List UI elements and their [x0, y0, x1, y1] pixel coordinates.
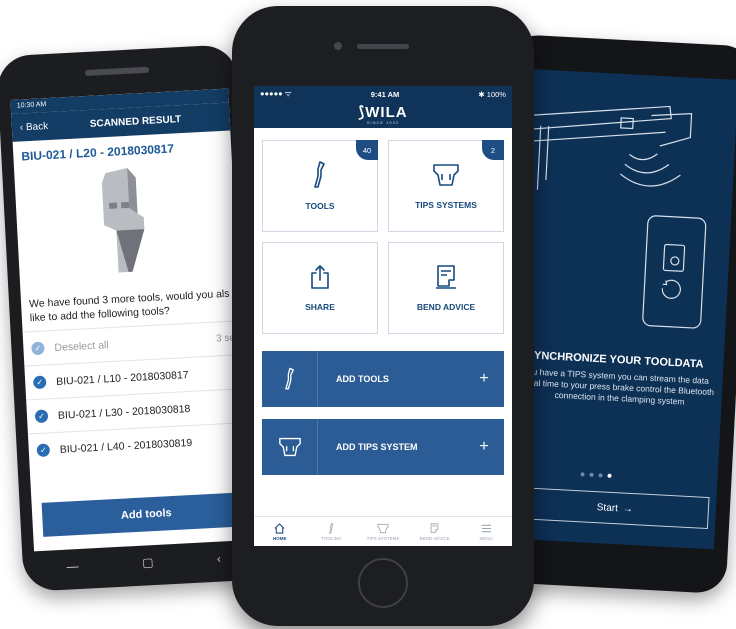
check-icon: ✓ — [31, 341, 45, 356]
plus-icon: + — [479, 370, 489, 387]
tile-tips-systems[interactable]: 2 TIPS SYSTEMS — [388, 140, 504, 232]
home-icon — [274, 522, 285, 534]
logo-tagline: SINCE 1932 — [366, 120, 400, 125]
tile-share[interactable]: SHARE — [262, 242, 378, 334]
tab-bar: HOME TOOLING TIPS SYSTEMS BEND ADVICE ME… — [254, 516, 512, 546]
add-tools-button[interactable]: Add tools — [41, 491, 252, 537]
action-icon-cell — [262, 419, 318, 475]
app-header: ⟆WILA SINCE 1932 — [254, 102, 512, 128]
status-time: 9:41 AM — [370, 89, 400, 99]
status-bar: ●●●●● ᯤ 9:41 AM ✱ 100% — [254, 86, 512, 102]
bend-advice-icon — [430, 522, 439, 533]
battery-status: ✱ 100% — [478, 89, 506, 99]
tab-tooling[interactable]: TOOLING — [306, 517, 358, 546]
action-icon-cell — [262, 351, 318, 407]
nav-back-icon[interactable]: — — [66, 559, 79, 574]
status-time: 10:30 AM — [16, 101, 47, 110]
feature-grid: 40 TOOLS 2 TIPS SYSTEMS SHARE BEND ADVIC… — [262, 140, 504, 334]
action-label: ADD TIPS SYSTEM — [336, 442, 418, 452]
page-indicator — [580, 472, 612, 478]
action-label: ADD TOOLS — [336, 374, 389, 384]
add-tips-system-action[interactable]: ADD TIPS SYSTEM + — [262, 419, 504, 475]
tab-menu[interactable]: MENU — [460, 517, 512, 546]
nav-home-icon[interactable]: ▢ — [142, 555, 154, 570]
share-icon — [311, 265, 329, 289]
tips-system-icon — [278, 437, 301, 457]
onboarding-body: u have a TIPS system you can stream the … — [526, 366, 715, 407]
tab-label: MENU — [479, 535, 493, 541]
home-button[interactable] — [358, 558, 408, 608]
count-badge: 40 — [356, 140, 378, 160]
list-item-label: BIU-021 / L30 - 2018030818 — [57, 402, 191, 422]
count-badge: 2 — [482, 140, 504, 160]
onboarding-screen: SYNCHRONIZE YOUR TOOLDATA u have a TIPS … — [509, 69, 736, 550]
tile-label: TIPS SYSTEMS — [415, 200, 477, 210]
check-icon: ✓ — [36, 443, 51, 458]
arrow-right-icon: → — [622, 503, 634, 515]
tab-bend-advice[interactable]: BEND ADVICE — [409, 517, 461, 546]
phone-speaker — [84, 66, 150, 77]
tab-label: HOME — [273, 535, 287, 541]
back-label: Back — [25, 120, 49, 133]
carrier-signal: ●●●●● ᯤ — [260, 89, 292, 98]
tab-label: TIPS SYSTEMS — [366, 535, 400, 541]
tool-product-icon — [101, 167, 145, 273]
sync-illustration-icon — [529, 105, 707, 329]
start-button[interactable]: Start → — [520, 487, 710, 530]
tab-home[interactable]: HOME — [254, 517, 306, 546]
camera — [334, 42, 342, 50]
list-item-label: BIU-021 / L10 - 2018030817 — [55, 368, 189, 388]
tool-profile-icon — [314, 161, 325, 188]
product-image — [83, 166, 169, 280]
page-dot[interactable] — [580, 472, 585, 477]
add-tools-action[interactable]: ADD TOOLS + — [262, 351, 504, 407]
tile-label: SHARE — [305, 302, 335, 312]
home-screen: ●●●●● ᯤ 9:41 AM ✱ 100% ⟆WILA SINCE 1932 … — [254, 86, 512, 546]
menu-icon — [481, 524, 491, 532]
tool-profile-icon — [328, 522, 334, 534]
header-title: SCANNED RESULT — [89, 113, 182, 130]
tips-system-icon — [377, 523, 389, 533]
bend-advice-icon — [436, 265, 456, 289]
tool-profile-icon — [284, 367, 294, 390]
android-phone: 10:30 AM ‹ Back SCANNED RESULT BIU-021 /… — [0, 44, 264, 592]
deselect-label: Deselect all — [54, 338, 109, 354]
tile-bend-advice[interactable]: BEND ADVICE — [388, 242, 504, 334]
check-icon: ✓ — [32, 375, 47, 390]
tile-label: TOOLS — [305, 201, 335, 211]
iphone: ●●●●● ᯤ 9:41 AM ✱ 100% ⟆WILA SINCE 1932 … — [232, 6, 534, 626]
start-label: Start — [596, 501, 619, 514]
nav-recent-icon[interactable]: ‹ — [217, 552, 222, 566]
wila-logo: ⟆WILA — [358, 105, 407, 120]
scanned-result-screen: 10:30 AM ‹ Back SCANNED RESULT BIU-021 /… — [10, 88, 252, 552]
tab-label: BEND ADVICE — [419, 535, 450, 541]
tab-tips-systems[interactable]: TIPS SYSTEMS — [357, 517, 409, 546]
plus-icon: + — [479, 438, 489, 455]
logo-text: WILA — [365, 104, 408, 121]
tile-label: BEND ADVICE — [416, 302, 476, 312]
list-item-label: BIU-021 / L40 - 2018030819 — [59, 436, 193, 456]
tips-system-icon — [433, 164, 459, 186]
back-button[interactable]: ‹ Back — [20, 121, 49, 133]
page-dot-active[interactable] — [607, 473, 612, 478]
check-icon: ✓ — [34, 409, 49, 424]
tab-label: TOOLING — [321, 535, 342, 541]
page-dot[interactable] — [598, 473, 603, 478]
phone-speaker — [357, 44, 409, 49]
tile-tools[interactable]: 40 TOOLS — [262, 140, 378, 232]
page-dot[interactable] — [589, 472, 594, 477]
